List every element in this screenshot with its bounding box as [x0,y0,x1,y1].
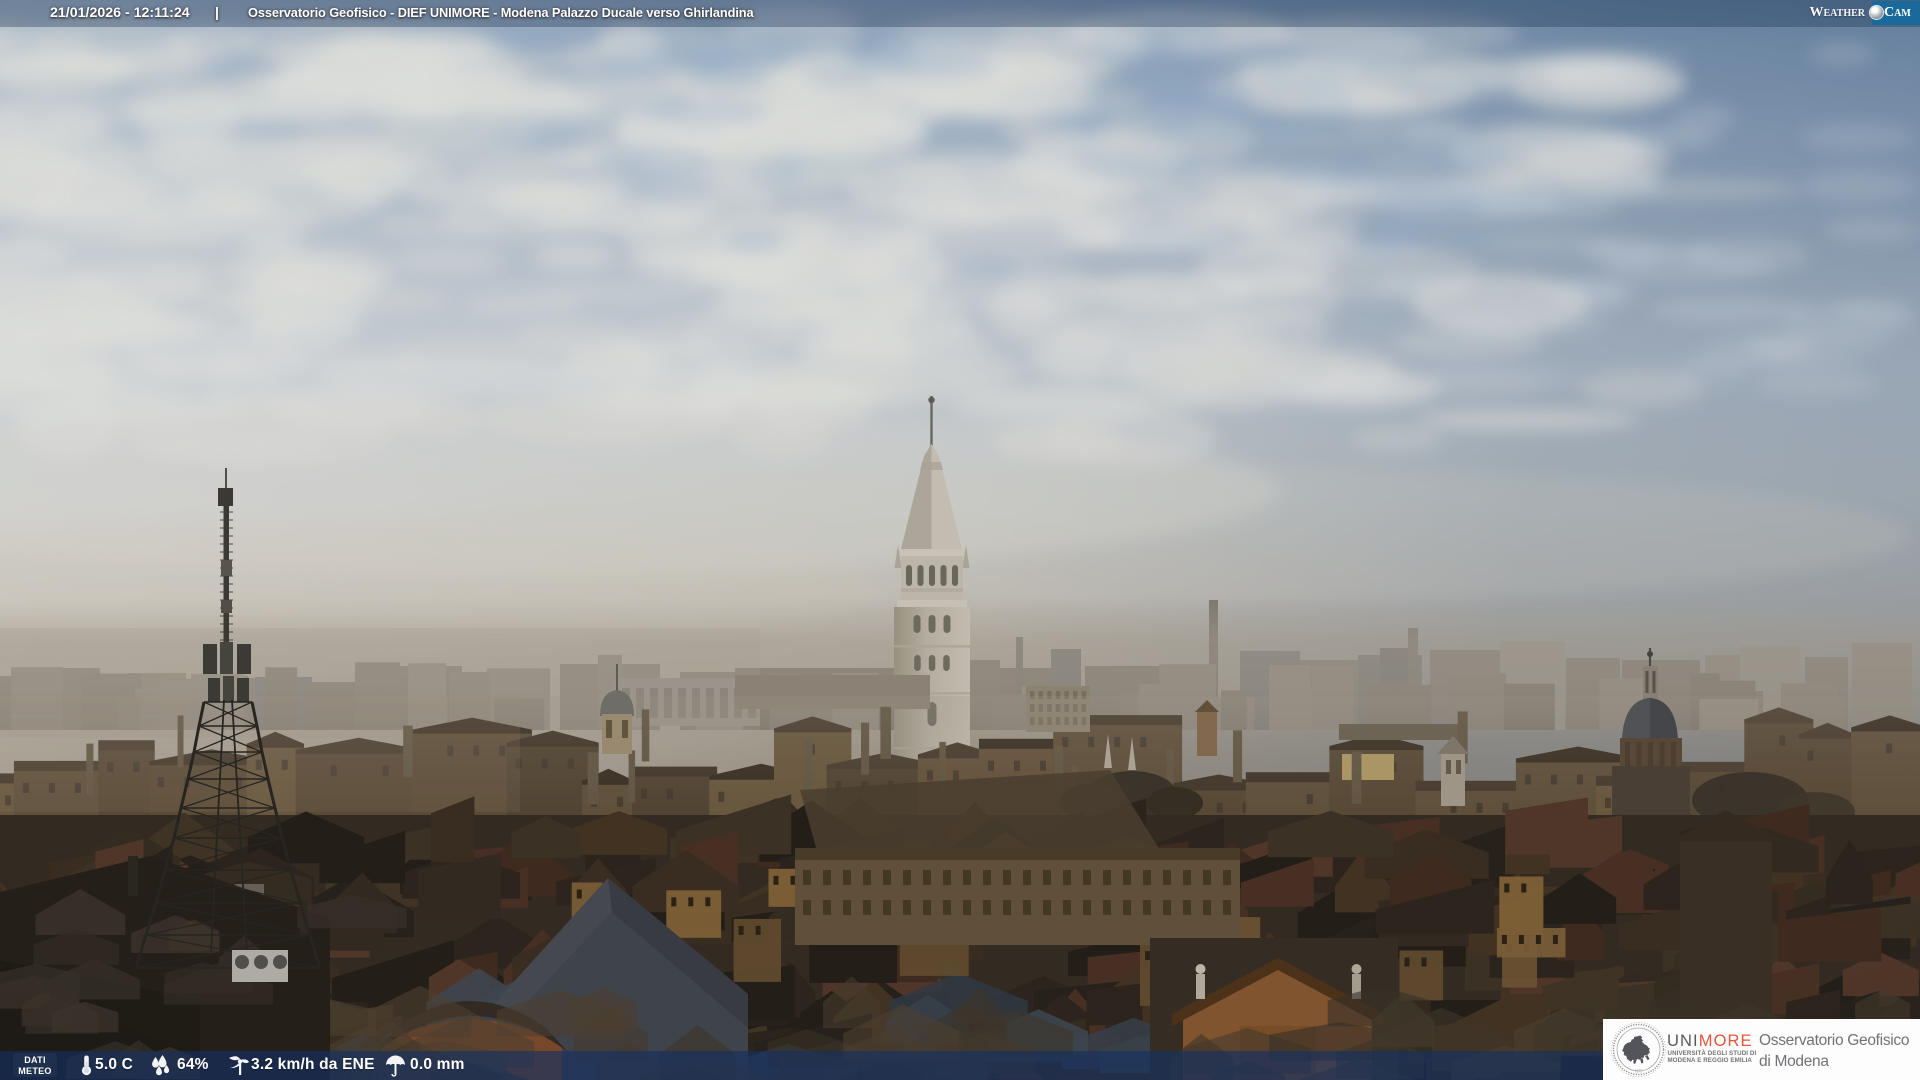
svg-text:1175: 1175 [1635,1070,1642,1074]
